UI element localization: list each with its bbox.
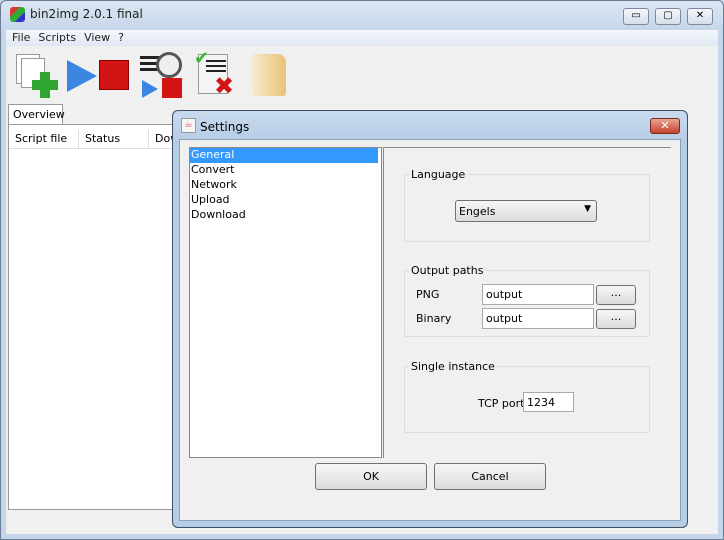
dialog-title: Settings: [200, 120, 250, 134]
tcp-port-label: TCP port: [478, 397, 525, 410]
menu-view[interactable]: View: [84, 31, 110, 44]
category-convert[interactable]: Convert: [190, 163, 378, 178]
dialog-close-button[interactable]: ✕: [650, 118, 680, 134]
column-header-script-file[interactable]: Script file: [9, 130, 79, 148]
category-general[interactable]: General: [190, 148, 378, 163]
png-browse-button[interactable]: ...: [596, 285, 636, 305]
close-button[interactable]: ✕: [687, 8, 713, 25]
language-value: Engels: [459, 205, 496, 218]
binary-label: Binary: [416, 312, 452, 325]
clear-finished-icon[interactable]: ✔ ✖: [194, 48, 236, 100]
language-dropdown[interactable]: Engels ▼: [455, 200, 597, 222]
chevron-down-icon: ▼: [584, 204, 591, 214]
cancel-button[interactable]: Cancel: [434, 463, 546, 490]
column-header-status[interactable]: Status: [79, 130, 149, 148]
language-label: Language: [409, 168, 468, 181]
add-scripts-icon[interactable]: [14, 52, 58, 98]
binary-browse-button[interactable]: ...: [596, 309, 636, 329]
java-icon: ☕: [181, 118, 196, 133]
binary-path-input[interactable]: output: [482, 308, 594, 329]
menu-bar: File Scripts View?: [12, 31, 132, 44]
menu-file[interactable]: File: [12, 31, 30, 44]
window-title: bin2img 2.0.1 final: [30, 7, 143, 21]
schedule-icon[interactable]: [140, 52, 184, 98]
menu-scripts[interactable]: Scripts: [38, 31, 76, 44]
tab-overview[interactable]: Overview: [8, 104, 65, 124]
tcp-port-input[interactable]: 1234: [523, 392, 574, 412]
start-icon[interactable]: [67, 60, 97, 92]
png-path-input[interactable]: output: [482, 284, 594, 305]
open-folder-icon[interactable]: [252, 54, 286, 96]
maximize-button[interactable]: ▢: [655, 8, 681, 25]
single-instance-label: Single instance: [409, 360, 497, 373]
stop-icon[interactable]: [99, 60, 129, 90]
category-network[interactable]: Network: [190, 178, 378, 193]
output-paths-label: Output paths: [409, 264, 486, 277]
category-upload[interactable]: Upload: [190, 193, 378, 208]
category-download[interactable]: Download: [190, 208, 378, 223]
menu-help[interactable]: ?: [118, 31, 124, 44]
minimize-button[interactable]: ▭: [623, 8, 649, 25]
app-icon: [10, 7, 25, 22]
png-label: PNG: [416, 288, 440, 301]
ok-button[interactable]: OK: [315, 463, 427, 490]
